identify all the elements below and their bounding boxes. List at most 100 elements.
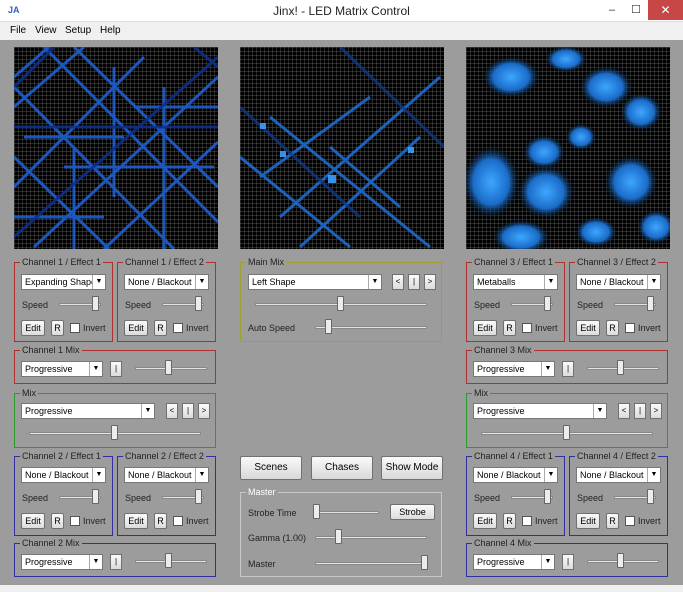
main-mix-prev-button[interactable]: <	[392, 274, 404, 290]
edit-button[interactable]: Edit	[124, 320, 148, 336]
group-label: Channel 1 / Effect 2	[123, 257, 206, 268]
channel-2-effect-1-select[interactable]: None / Blackout ▼	[21, 467, 106, 483]
main-mix-next-button[interactable]: >	[424, 274, 436, 290]
slider-thumb[interactable]	[325, 319, 332, 334]
group-label: Channel 3 Mix	[472, 345, 534, 356]
right-mix-select[interactable]: Progressive ▼	[473, 403, 607, 419]
chases-button[interactable]: Chases	[311, 456, 373, 480]
invert-checkbox[interactable]	[522, 323, 532, 333]
channel-3-mix-center-button[interactable]: |	[562, 361, 574, 377]
slider-thumb[interactable]	[195, 489, 202, 504]
master-slider[interactable]	[315, 562, 427, 565]
chevron-down-icon: ▼	[541, 555, 554, 569]
edit-button[interactable]: Edit	[576, 513, 600, 529]
speed-label: Speed	[474, 300, 501, 310]
slider-thumb[interactable]	[421, 555, 428, 570]
edit-button[interactable]: Edit	[21, 320, 45, 336]
channel-4-effect-1-select[interactable]: None / Blackout ▼	[473, 467, 558, 483]
reset-button[interactable]: R	[154, 513, 167, 529]
reset-button[interactable]: R	[154, 320, 167, 336]
strobe-button[interactable]: Strobe	[390, 504, 435, 520]
gamma-slider[interactable]	[315, 536, 427, 539]
edit-button[interactable]: Edit	[576, 320, 600, 336]
speed-label: Speed	[22, 300, 49, 310]
speed-label: Speed	[125, 300, 152, 310]
close-icon[interactable]: ✕	[648, 0, 683, 20]
reset-button[interactable]: R	[51, 320, 64, 336]
edit-button[interactable]: Edit	[473, 513, 497, 529]
maximize-icon[interactable]: ☐	[622, 0, 650, 20]
channel-4-mix-center-button[interactable]: |	[562, 554, 574, 570]
invert-checkbox[interactable]	[625, 516, 635, 526]
channel-2-mix-select[interactable]: Progressive ▼	[21, 554, 103, 570]
slider-thumb[interactable]	[92, 489, 99, 504]
right-mix-center-button[interactable]: |	[634, 403, 646, 419]
slider-thumb[interactable]	[617, 553, 624, 568]
menu-file[interactable]: File	[10, 25, 26, 36]
slider-thumb[interactable]	[165, 553, 172, 568]
channel-3-effect-2-select[interactable]: None / Blackout ▼	[576, 274, 661, 290]
invert-checkbox[interactable]	[70, 516, 80, 526]
reset-button[interactable]: R	[606, 320, 619, 336]
slider-thumb[interactable]	[544, 489, 551, 504]
invert-checkbox[interactable]	[70, 323, 80, 333]
channel-1-effect-2-select[interactable]: None / Blackout ▼	[124, 274, 209, 290]
slider-thumb[interactable]	[165, 360, 172, 375]
strobe-time-slider[interactable]	[315, 511, 379, 514]
channel-3-effect-1-select[interactable]: Metaballs ▼	[473, 274, 558, 290]
slider-thumb[interactable]	[335, 529, 342, 544]
left-mix-prev-button[interactable]: <	[166, 403, 178, 419]
speed-label: Speed	[125, 493, 152, 503]
chevron-down-icon: ▼	[141, 404, 154, 418]
slider-thumb[interactable]	[544, 296, 551, 311]
group-label: Channel 1 Mix	[20, 345, 82, 356]
channel-3-mix-group: Channel 3 Mix Progressive ▼ |	[466, 345, 668, 384]
left-mix-center-button[interactable]: |	[182, 403, 194, 419]
edit-button[interactable]: Edit	[124, 513, 148, 529]
channel-4-mix-select[interactable]: Progressive ▼	[473, 554, 555, 570]
invert-checkbox[interactable]	[522, 516, 532, 526]
reset-button[interactable]: R	[51, 513, 64, 529]
left-mix-select[interactable]: Progressive ▼	[21, 403, 155, 419]
show-mode-button[interactable]: Show Mode	[381, 456, 443, 480]
invert-checkbox[interactable]	[625, 323, 635, 333]
right-mix-next-button[interactable]: >	[650, 403, 662, 419]
reset-button[interactable]: R	[503, 513, 516, 529]
menu-setup[interactable]: Setup	[65, 25, 91, 36]
group-label: Channel 2 / Effect 2	[123, 451, 206, 462]
slider-thumb[interactable]	[647, 296, 654, 311]
edit-button[interactable]: Edit	[21, 513, 45, 529]
channel-3-mix-select[interactable]: Progressive ▼	[473, 361, 555, 377]
main-mix-center-button[interactable]: |	[408, 274, 420, 290]
channel-2-effect-1-group: Channel 2 / Effect 1 None / Blackout ▼ Sp…	[14, 451, 113, 536]
slider-thumb[interactable]	[92, 296, 99, 311]
channel-1-effect-1-select[interactable]: Expanding Shapes ▼	[21, 274, 106, 290]
menu-view[interactable]: View	[35, 25, 57, 36]
invert-checkbox[interactable]	[173, 516, 183, 526]
slider-thumb[interactable]	[337, 296, 344, 311]
scenes-button[interactable]: Scenes	[240, 456, 302, 480]
group-label: Channel 4 / Effect 2	[575, 451, 658, 462]
slider-thumb[interactable]	[195, 296, 202, 311]
menu-help[interactable]: Help	[100, 25, 121, 36]
channel-2-effect-2-select[interactable]: None / Blackout ▼	[124, 467, 209, 483]
slider-thumb[interactable]	[617, 360, 624, 375]
slider-thumb[interactable]	[563, 425, 570, 440]
slider-thumb[interactable]	[111, 425, 118, 440]
main-mix-select[interactable]: Left Shape ▼	[248, 274, 382, 290]
edit-button[interactable]: Edit	[473, 320, 497, 336]
reset-button[interactable]: R	[503, 320, 516, 336]
left-mix-next-button[interactable]: >	[198, 403, 210, 419]
channel-1-mix-select[interactable]: Progressive ▼	[21, 361, 103, 377]
right-mix-prev-button[interactable]: <	[618, 403, 630, 419]
channel-1-mix-center-button[interactable]: |	[110, 361, 122, 377]
channel-right-preview	[466, 47, 670, 249]
slider-thumb[interactable]	[647, 489, 654, 504]
select-value: Progressive	[477, 364, 525, 374]
reset-button[interactable]: R	[606, 513, 619, 529]
channel-2-mix-center-button[interactable]: |	[110, 554, 122, 570]
slider-thumb[interactable]	[313, 504, 320, 519]
title-bar: JA Jinx! - LED Matrix Control – ☐ ✕	[0, 0, 683, 22]
channel-4-effect-2-select[interactable]: None / Blackout ▼	[576, 467, 661, 483]
invert-checkbox[interactable]	[173, 323, 183, 333]
